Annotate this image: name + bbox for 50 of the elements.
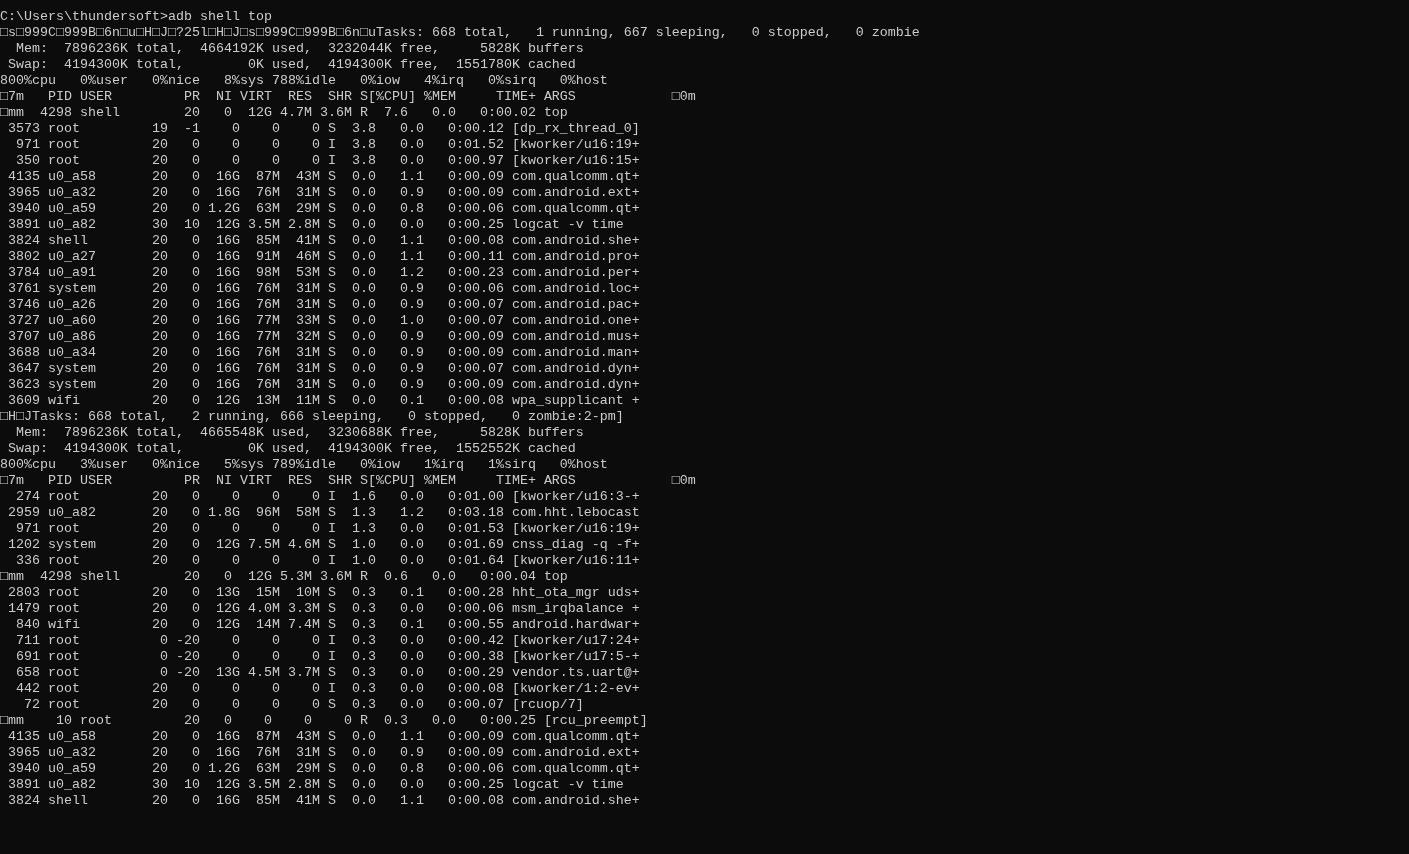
terminal-line: 442 root 20 0 0 0 0 I 0.3 0.0 0:00.08 [kworker/1:2-ev+ [15, 681, 640, 697]
terminal-line: 658 root 0 -20 13G 4.5M 3.7M S 0.3 0.0 0:00.29 vendor.ts.uart@+ [15, 665, 640, 681]
terminal-line: 800%cpu 3%user 0%nice 5%sys 789%idle 0%iow 1%irq 1%sirq 0%host [0, 457, 608, 473]
terminal-line: 2959 u0_a82 20 0 1.8G 96M 58M S 1.3 1.2 0:03.18 com.hht.lebocast [7, 505, 640, 521]
terminal-line: □mm 4298 shell 20 0 12G 4.7M 3.6M R 7.6 0.0 0:00.02 top [0, 105, 568, 121]
terminal-line: □H□JTasks: 668 total, 2 running, 666 sleeping, 0 stopped, 0 zombie:2-pm] [0, 409, 624, 425]
terminal-line: 3965 u0_a32 20 0 16G 76M 31M S 0.0 0.9 0:00.09 com.android.ext+ [7, 185, 640, 201]
terminal-line: 2803 root 20 0 13G 15M 10M S 0.3 0.1 0:00.28 hht_ota_mgr uds+ [7, 585, 640, 601]
terminal-line: 840 wifi 20 0 12G 14M 7.4M S 0.3 0.1 0:00.55 android.hardwar+ [15, 617, 640, 633]
terminal-line: 711 root 0 -20 0 0 0 I 0.3 0.0 0:00.42 [kworker/u17:24+ [15, 633, 640, 649]
terminal-line: □mm 4298 shell 20 0 12G 5.3M 3.6M R 0.6 0.0 0:00.04 top [0, 569, 568, 585]
terminal-line: 971 root 20 0 0 0 0 I 1.3 0.0 0:01.53 [kworker/u16:19+ [15, 521, 640, 537]
terminal-line: 3891 u0_a82 30 10 12G 3.5M 2.8M S 0.0 0.0 0:00.25 logcat -v time [7, 217, 624, 233]
terminal-line: 3824 shell 20 0 16G 85M 41M S 0.0 1.1 0:00.08 com.android.she+ [7, 233, 640, 249]
terminal-line: Swap: 4194300K total, 0K used, 4194300K free, 1552552K cached [7, 441, 576, 457]
terminal-line: 3623 system 20 0 16G 76M 31M S 0.0 0.9 0:00.09 com.android.dyn+ [7, 377, 640, 393]
terminal-line: 4135 u0_a58 20 0 16G 87M 43M S 0.0 1.1 0:00.09 com.qualcomm.qt+ [7, 169, 640, 185]
terminal-line: □7m PID USER PR NI VIRT RES SHR S[%CPU] %MEM TIME+ ARGS □0m [0, 89, 696, 105]
terminal-line: 3891 u0_a82 30 10 12G 3.5M 2.8M S 0.0 0.0 0:00.25 logcat -v time [7, 777, 624, 793]
terminal-line: 350 root 20 0 0 0 0 I 3.8 0.0 0:00.97 [kworker/u16:15+ [15, 153, 640, 169]
terminal-line: Mem: 7896236K total, 4664192K used, 3232044K free, 5828K buffers [15, 41, 584, 57]
terminal-line: 3940 u0_a59 20 0 1.2G 63M 29M S 0.0 0.8 0:00.06 com.qualcomm.qt+ [7, 201, 640, 217]
terminal-line: Mem: 7896236K total, 4665548K used, 3230688K free, 5828K buffers [15, 425, 584, 441]
terminal-line: 3573 root 19 -1 0 0 0 S 3.8 0.0 0:00.12 [dp_rx_thread_0] [7, 121, 640, 137]
terminal-line: 3761 system 20 0 16G 76M 31M S 0.0 0.9 0:00.06 com.android.loc+ [7, 281, 640, 297]
terminal-line: 3802 u0_a27 20 0 16G 91M 46M S 0.0 1.1 0:00.11 com.android.pro+ [7, 249, 640, 265]
terminal-line: □s□999C□999B□6n□u□H□J□?25l□H□J□s□999C□999B□6n□uTasks: 668 total, 1 running, 667 sleeping, 0 stopped, 0 zombie [0, 25, 920, 41]
terminal-line: □7m PID USER PR NI VIRT RES SHR S[%CPU] %MEM TIME+ ARGS □0m [0, 473, 696, 489]
terminal-line: 3647 system 20 0 16G 76M 31M S 0.0 0.9 0:00.07 com.android.dyn+ [7, 361, 640, 377]
terminal-line: 800%cpu 0%user 0%nice 8%sys 788%idle 0%iow 4%irq 0%sirq 0%host [0, 73, 608, 89]
terminal-line: 72 root 20 0 0 0 0 S 0.3 0.0 0:00.07 [rcuop/7] [23, 697, 584, 713]
terminal-line: 3609 wifi 20 0 12G 13M 11M S 0.0 0.1 0:00.08 wpa_supplicant + [7, 393, 640, 409]
terminal-line: C:\Users\thundersoft>adb shell top [0, 9, 272, 25]
terminal-line: 3940 u0_a59 20 0 1.2G 63M 29M S 0.0 0.8 0:00.06 com.qualcomm.qt+ [7, 761, 640, 777]
terminal-line: 3965 u0_a32 20 0 16G 76M 31M S 0.0 0.9 0:00.09 com.android.ext+ [7, 745, 640, 761]
terminal-line: 3727 u0_a60 20 0 16G 77M 33M S 0.0 1.0 0:00.07 com.android.one+ [7, 313, 640, 329]
terminal-line: 4135 u0_a58 20 0 16G 87M 43M S 0.0 1.1 0:00.09 com.qualcomm.qt+ [7, 729, 640, 745]
terminal-line: 3707 u0_a86 20 0 16G 77M 32M S 0.0 0.9 0:00.09 com.android.mus+ [7, 329, 640, 345]
terminal-line: 1479 root 20 0 12G 4.0M 3.3M S 0.3 0.0 0:00.06 msm_irqbalance + [7, 601, 640, 617]
terminal-line: □mm 10 root 20 0 0 0 0 R 0.3 0.0 0:00.25 [rcu_preempt] [0, 713, 648, 729]
terminal-line: 3784 u0_a91 20 0 16G 98M 53M S 0.0 1.2 0:00.23 com.android.per+ [7, 265, 640, 281]
terminal-line: 274 root 20 0 0 0 0 I 1.6 0.0 0:01.00 [kworker/u16:3-+ [15, 489, 640, 505]
terminal-line: 971 root 20 0 0 0 0 I 3.8 0.0 0:01.52 [kworker/u16:19+ [15, 137, 640, 153]
terminal-line: 336 root 20 0 0 0 0 I 1.0 0.0 0:01.64 [kworker/u16:11+ [15, 553, 640, 569]
terminal-line: 1202 system 20 0 12G 7.5M 4.6M S 1.0 0.0 0:01.69 cnss_diag -q -f+ [7, 537, 640, 553]
terminal-line: 3746 u0_a26 20 0 16G 76M 31M S 0.0 0.9 0:00.07 com.android.pac+ [7, 297, 640, 313]
terminal-line: Swap: 4194300K total, 0K used, 4194300K free, 1551780K cached [7, 57, 576, 73]
terminal-line: 3688 u0_a34 20 0 16G 76M 31M S 0.0 0.9 0:00.09 com.android.man+ [7, 345, 640, 361]
terminal-line: 691 root 0 -20 0 0 0 I 0.3 0.0 0:00.38 [kworker/u17:5-+ [15, 649, 640, 665]
terminal-line: 3824 shell 20 0 16G 85M 41M S 0.0 1.1 0:00.08 com.android.she+ [7, 793, 640, 809]
